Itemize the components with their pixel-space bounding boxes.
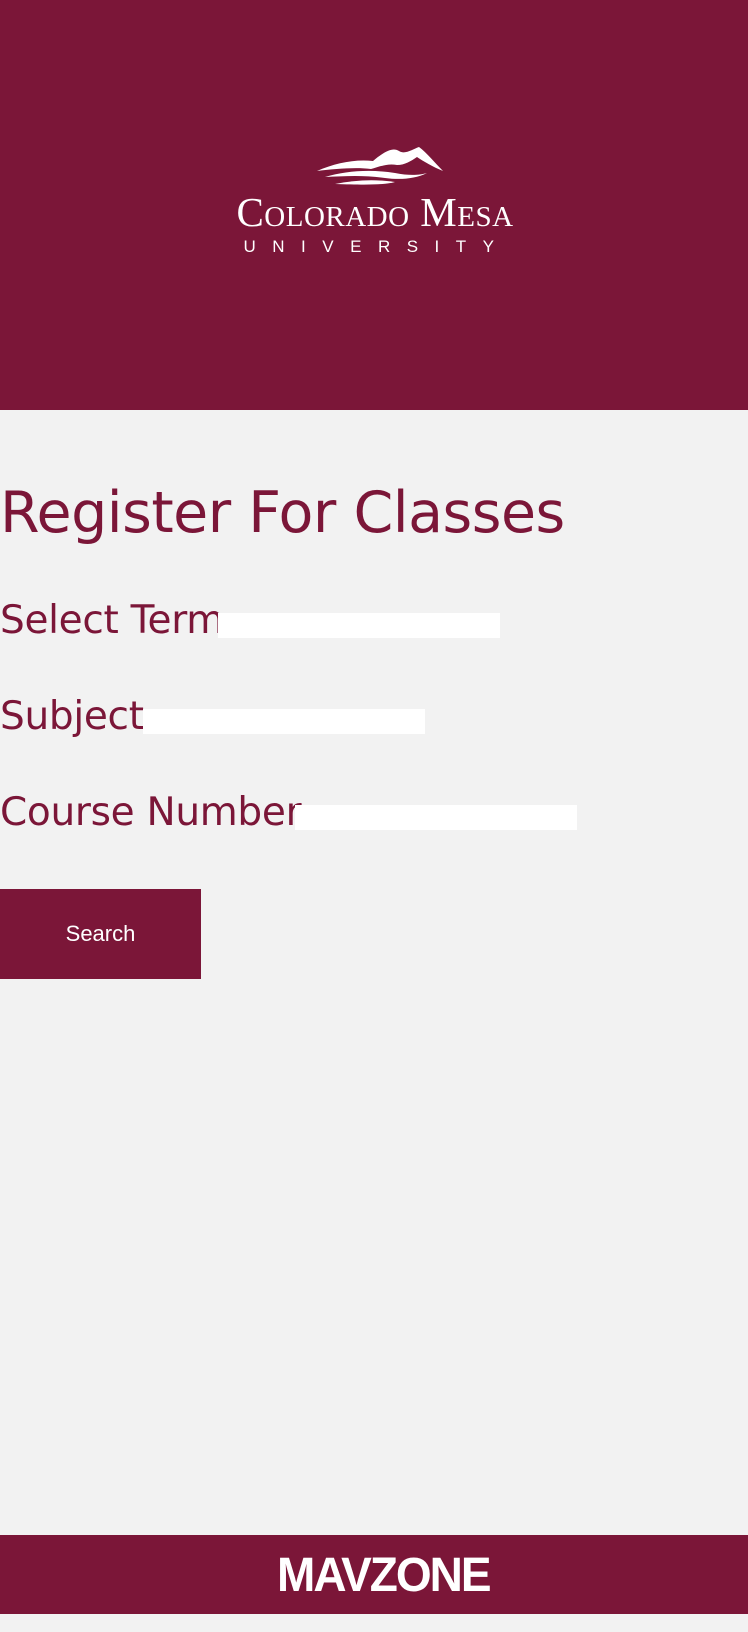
logo-university-name: Colorado Mesa (236, 189, 514, 235)
select-term-label: Select Term (0, 598, 224, 643)
course-number-label: Course Number (0, 790, 302, 835)
page-title: Register For Classes (0, 480, 565, 546)
mesa-mountain-icon (317, 147, 443, 185)
mavzone-logo-text: MAVZONE (277, 1546, 492, 1602)
header-banner: Colorado Mesa UNIVERSITY (0, 0, 748, 410)
select-term-input[interactable] (218, 613, 500, 638)
mavzone-logo[interactable]: MAVZONE (277, 1548, 492, 1601)
university-logo[interactable]: Colorado Mesa UNIVERSITY (190, 145, 560, 260)
footer-banner: MAVZONE (0, 1535, 748, 1614)
course-number-input[interactable] (295, 805, 577, 830)
subject-input[interactable] (143, 709, 425, 734)
logo-subtitle: UNIVERSITY (243, 237, 511, 256)
search-button[interactable]: Search (0, 889, 201, 979)
subject-label: Subject (0, 694, 144, 739)
